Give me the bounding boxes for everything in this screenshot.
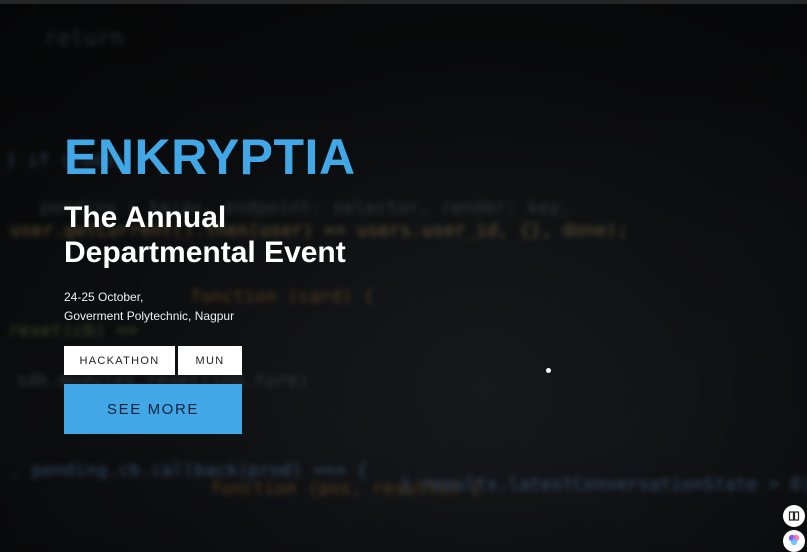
hero-content: ENKRYPTIA The Annual Departmental Event …: [64, 128, 404, 434]
hackathon-button[interactable]: HACKATHON: [64, 346, 175, 375]
reader-icon: [788, 507, 800, 526]
event-date: 24-25 October,: [64, 290, 144, 304]
event-venue: Goverment Polytechnic, Nagpur: [64, 309, 235, 323]
reader-button[interactable]: [783, 505, 805, 527]
hero-section: return } if (code) { pending ( $ajax, en…: [0, 0, 807, 552]
code-line: function (pos, results) {: [210, 478, 481, 499]
event-tags: HACKATHON MUN: [64, 346, 404, 375]
assistant-button[interactable]: [783, 530, 805, 552]
brand-title: ENKRYPTIA: [64, 129, 356, 185]
event-details: 24-25 October, Goverment Polytechnic, Na…: [64, 288, 404, 326]
mun-button[interactable]: MUN: [178, 346, 242, 375]
cursor-dot: [546, 368, 551, 373]
see-more-button[interactable]: SEE MORE: [64, 384, 242, 434]
event-headline: The Annual Departmental Event: [64, 201, 346, 269]
browser-top-edge: [0, 0, 807, 4]
code-line: } results.latestConversationState > 0) {: [400, 474, 807, 495]
assistant-icon: [787, 532, 801, 551]
code-line: return: [44, 26, 124, 51]
code-line: . pending.cb.callback(prod) ==> {: [10, 460, 368, 481]
